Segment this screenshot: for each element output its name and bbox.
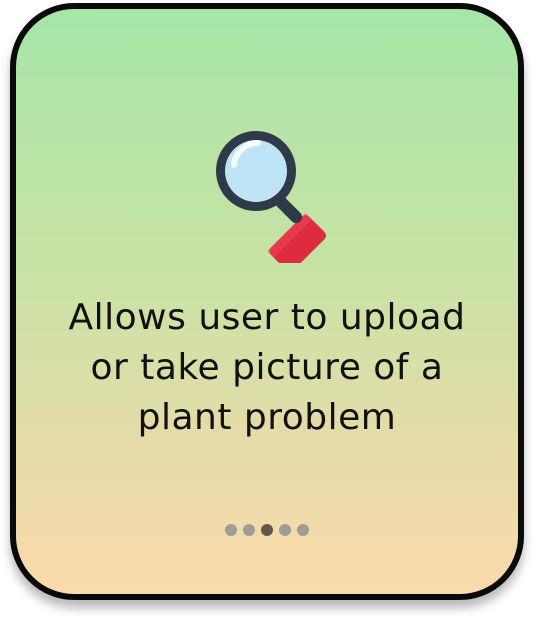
- magnifying-glass-icon: [216, 123, 336, 272]
- page-dot[interactable]: [279, 524, 291, 536]
- page-indicator: [16, 524, 518, 536]
- page-dot[interactable]: [243, 524, 255, 536]
- feature-description: Allows user to upload or take picture of…: [68, 297, 466, 438]
- onboarding-card: Allows user to upload or take picture of…: [10, 3, 524, 600]
- page-dot[interactable]: [225, 524, 237, 536]
- page-dot[interactable]: [297, 524, 309, 536]
- page-dot-active[interactable]: [261, 524, 273, 536]
